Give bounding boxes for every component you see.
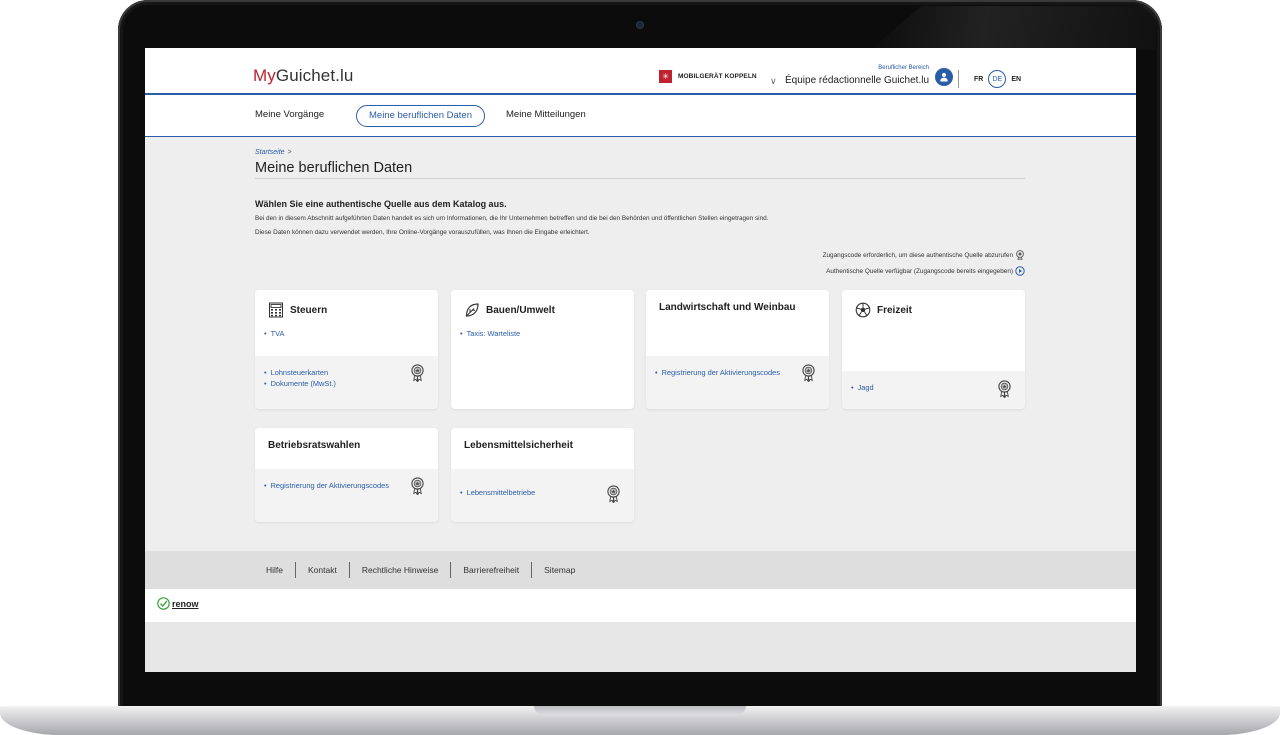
lang-fr[interactable]: FR [974,71,983,87]
laptop-base-notch [534,706,746,715]
card-title-landwirtschaft: Landwirtschaft und Weinbau [659,302,796,313]
lang-en[interactable]: EN [1011,71,1021,87]
camera-icon [637,22,643,28]
footer-link-hilfe[interactable]: Hilfe [253,565,295,575]
account-name: Équipe rédactionnelle Guichet.lu [785,75,929,86]
check-circle-icon [157,597,170,610]
link-registrierung-aktivierungscodes[interactable]: Registrierung der Aktivierungscodes [264,480,393,491]
card-locked-section: Lohnsteuerkarten Dokumente (MwSt.) [255,356,438,409]
intro-text-2: Diese Daten können dazu verwendet werden… [255,229,590,236]
card-locked-section: Registrierung der Aktivierungscodes [646,356,829,409]
football-icon [855,302,871,318]
intro-text-1: Bei den in diesem Abschnitt aufgeführten… [255,215,769,222]
site-header: MyGuichet.lu ✳ MOBILGERÄT KOPPELN Berufl… [145,48,1136,95]
link-dokumente-mwst[interactable]: Dokumente (MwSt.) [264,378,336,389]
tab-meine-vorgaenge[interactable]: Meine Vorgänge [255,105,324,125]
award-badge-icon [607,485,620,503]
card-locked-section: Jagd [842,371,1025,409]
page-bottom-area [145,622,1136,672]
link-taxis-warteliste[interactable]: Taxis: Warteliste [460,328,521,339]
tab-meine-beruflichen-daten[interactable]: Meine beruflichen Daten [356,105,485,127]
card-locked-section: Lebensmittelbetriebe [451,469,634,522]
link-registrierung-aktivierungscodes[interactable]: Registrierung der Aktivierungscodes [655,367,784,378]
card-betriebsratswahlen: Betriebsratswahlen Registrierung der Akt… [255,428,438,522]
person-icon [940,72,948,82]
renow-logo[interactable]: renow [157,597,199,610]
award-badge-icon [411,364,424,382]
card-title-freizeit: Freizeit [855,302,912,318]
intro-heading: Wählen Sie eine authentische Quelle aus … [255,199,507,209]
logo-suffix: Guichet.lu [275,66,354,85]
calculator-icon [269,302,283,318]
footer-link-sitemap[interactable]: Sitemap [532,565,587,575]
title-divider [255,178,1025,179]
award-badge-icon [411,477,424,495]
leaf-icon [465,303,479,317]
card-bauen-umwelt: Bauen/Umwelt Taxis: Warteliste [451,290,634,409]
link-tva[interactable]: TVA [264,328,285,339]
card-steuern: Steuern TVA Lohnsteuerkarten Dokumente (… [255,290,438,409]
screen: MyGuichet.lu ✳ MOBILGERÄT KOPPELN Berufl… [145,48,1136,672]
link-lohnsteuerkarten[interactable]: Lohnsteuerkarten [264,367,329,378]
card-freizeit: Freizeit Jagd [842,290,1025,409]
award-badge-icon [998,380,1011,398]
breadcrumb-home[interactable]: Startseite [255,149,285,156]
legend-source-available: Authentische Quelle verfügbar (Zugangsco… [826,266,1025,276]
card-locked-section: Registrierung der Aktivierungscodes [255,469,438,522]
page-title: Meine beruflichen Daten [255,160,413,176]
site-logo[interactable]: MyGuichet.lu [253,66,353,86]
breadcrumb: Startseite > [255,149,292,156]
footer-link-kontakt[interactable]: Kontakt [296,565,349,575]
card-title-lebensmittelsicherheit: Lebensmittelsicherheit [464,440,573,451]
renow-bar: renow [145,589,1136,622]
card-landwirtschaft-weinbau: Landwirtschaft und Weinbau Registrierung… [646,290,829,409]
user-avatar-icon[interactable] [935,68,953,86]
account-role: Beruflicher Bereich [878,65,929,71]
legend-available-text: Authentische Quelle verfügbar (Zugangsco… [826,267,1013,275]
card-title-steuern: Steuern [268,302,327,318]
award-badge-icon [802,364,815,382]
card-lebensmittelsicherheit: Lebensmittelsicherheit Lebensmittelbetri… [451,428,634,522]
main-nav: Meine Vorgänge Meine beruflichen Daten M… [145,95,1136,137]
footer-link-barrierefreiheit[interactable]: Barrierefreiheit [451,565,531,575]
footer-links: Hilfe Kontakt Rechtliche Hinweise Barrie… [253,562,587,578]
link-lebensmittelbetriebe[interactable]: Lebensmittelbetriebe [460,487,536,498]
card-title-betriebsratswahlen: Betriebsratswahlen [268,440,361,451]
breadcrumb-separator: > [287,149,292,156]
legend-code-text: Zugangscode erforderlich, um diese authe… [822,251,1013,259]
logo-prefix: My [253,66,276,85]
site-footer: Hilfe Kontakt Rechtliche Hinweise Barrie… [145,551,1136,589]
chevron-down-icon: ∨ [770,76,777,86]
mobile-pair-button[interactable]: ✳ MOBILGERÄT KOPPELN [659,70,757,83]
link-jagd[interactable]: Jagd [851,382,874,393]
mobile-pair-icon: ✳ [659,70,672,83]
renow-label: renow [172,598,199,609]
footer-link-rechtliche-hinweise[interactable]: Rechtliche Hinweise [350,565,451,575]
tab-meine-mitteilungen[interactable]: Meine Mitteilungen [506,105,586,125]
mobile-pair-label: MOBILGERÄT KOPPELN [678,73,757,80]
award-badge-icon [1016,250,1024,260]
account-menu[interactable]: Beruflicher Bereich ∨ Équipe rédactionne… [770,64,955,90]
play-circle-icon [1015,266,1025,276]
legend-code-required: Zugangscode erforderlich, um diese authe… [823,250,1025,260]
header-divider [958,70,959,88]
card-title-bauen-umwelt: Bauen/Umwelt [464,302,555,318]
language-switcher: FR DE EN [974,70,1021,88]
lang-de[interactable]: DE [988,70,1007,88]
